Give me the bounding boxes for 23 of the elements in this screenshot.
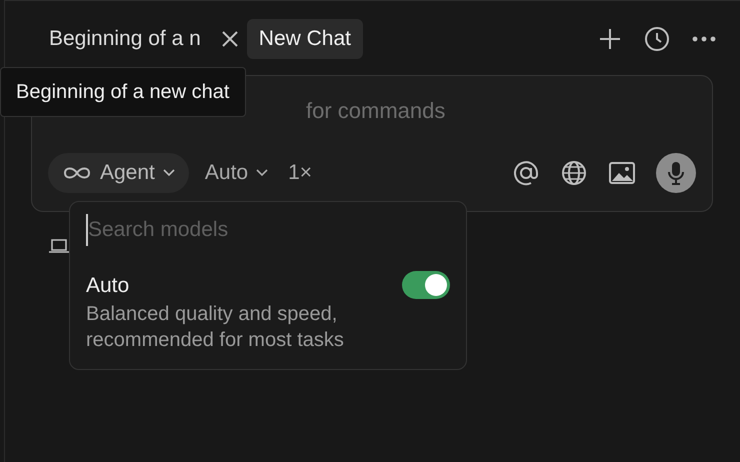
microphone-icon bbox=[668, 161, 684, 185]
infinity-icon bbox=[62, 166, 92, 180]
history-clock-icon[interactable] bbox=[644, 26, 670, 52]
mention-icon[interactable] bbox=[512, 159, 540, 187]
toggle-switch[interactable] bbox=[402, 271, 450, 300]
chevron-icon bbox=[256, 169, 268, 177]
model-description: Balanced quality and speed, recommended for most tasks bbox=[86, 302, 345, 353]
chat-tab[interactable]: Beginning of a n bbox=[37, 19, 213, 59]
image-icon[interactable] bbox=[608, 161, 636, 185]
chat-tab[interactable]: New Chat bbox=[246, 19, 363, 59]
chevron-icon bbox=[162, 169, 175, 177]
speed-multiplier[interactable]: 1× bbox=[280, 153, 320, 193]
new-chat-icon[interactable] bbox=[598, 27, 622, 51]
close-icon[interactable] bbox=[220, 30, 239, 48]
tooltip: Beginning of a new chat bbox=[0, 67, 246, 117]
model-dropdown[interactable]: Auto bbox=[196, 153, 276, 193]
microphone-button[interactable] bbox=[656, 153, 696, 193]
more-icon[interactable] bbox=[692, 36, 716, 42]
model-name: Auto bbox=[86, 272, 130, 298]
laptop-icon bbox=[48, 239, 70, 253]
globe-icon[interactable] bbox=[560, 159, 588, 187]
agent-mode-dropdown[interactable]: Agent bbox=[48, 153, 189, 193]
search-field[interactable]: Search models bbox=[86, 214, 450, 246]
